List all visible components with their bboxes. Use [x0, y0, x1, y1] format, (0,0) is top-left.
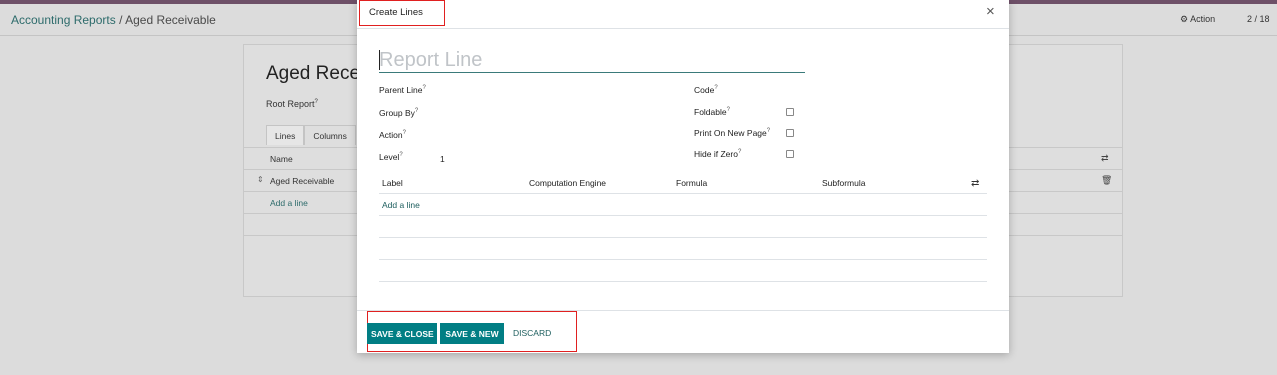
foldable-label-text: Foldable: [694, 107, 727, 117]
table-empty-row: [379, 260, 987, 282]
action-label-text: Action: [379, 130, 403, 140]
column-header-label[interactable]: Label: [382, 178, 403, 188]
print-on-new-page-checkbox[interactable]: [786, 129, 794, 137]
table-add-row: Add a line: [379, 194, 987, 216]
foldable-label: Foldable?: [694, 107, 730, 117]
help-icon[interactable]: ?: [415, 108, 418, 114]
parent-line-label-text: Parent Line: [379, 85, 423, 95]
table-empty-row: [379, 238, 987, 260]
background-tabs: Lines Columns: [266, 125, 356, 145]
dialog-title: Create Lines: [359, 0, 445, 26]
help-icon[interactable]: ?: [315, 99, 318, 105]
save-new-button[interactable]: SAVE & NEW: [440, 323, 504, 344]
action-menu-button[interactable]: ⚙ Action: [1180, 14, 1215, 25]
gear-icon: ⚙: [1180, 14, 1189, 24]
group-by-label-text: Group By: [379, 108, 415, 118]
action-menu-label: Action: [1190, 14, 1216, 24]
help-icon[interactable]: ?: [399, 152, 402, 158]
optional-columns-icon[interactable]: ⇄: [971, 178, 979, 189]
foldable-checkbox[interactable]: [786, 108, 794, 116]
breadcrumb: Accounting Reports / Aged Receivable: [11, 13, 216, 27]
table-row-name: Aged Receivable: [270, 176, 335, 186]
level-label: Level?: [379, 152, 403, 162]
help-icon[interactable]: ?: [727, 107, 730, 113]
column-header-computation-engine[interactable]: Computation Engine: [529, 178, 606, 188]
breadcrumb-current: Aged Receivable: [125, 13, 216, 27]
dialog-header: Create Lines ×: [357, 0, 1009, 29]
breadcrumb-parent-link[interactable]: Accounting Reports: [11, 13, 116, 27]
dialog-footer: SAVE & CLOSE SAVE & NEW DISCARD: [357, 310, 1009, 353]
table-header-row: Label Computation Engine Formula Subform…: [379, 173, 987, 194]
dialog-body: Parent Line? Group By? Action? Level? 1 …: [357, 30, 1009, 310]
help-icon[interactable]: ?: [422, 85, 425, 91]
expressions-table: Label Computation Engine Formula Subform…: [379, 173, 987, 282]
table-header-name: Name: [270, 154, 293, 164]
print-on-new-page-label: Print On New Page?: [694, 128, 770, 138]
add-line-link[interactable]: Add a line: [382, 200, 420, 210]
level-label-text: Level: [379, 152, 400, 162]
code-label: Code?: [694, 85, 718, 95]
code-label-text: Code: [694, 85, 715, 95]
column-header-formula[interactable]: Formula: [676, 178, 707, 188]
help-icon[interactable]: ?: [738, 149, 741, 155]
close-icon[interactable]: ×: [986, 3, 995, 20]
help-icon[interactable]: ?: [767, 128, 770, 134]
level-value[interactable]: 1: [440, 154, 445, 164]
action-label: Action?: [379, 130, 406, 140]
tab-lines[interactable]: Lines: [266, 125, 305, 145]
hide-if-zero-label-text: Hide if Zero: [694, 149, 738, 159]
root-report-label: Root Report: [266, 99, 315, 109]
discard-button[interactable]: DISCARD: [513, 328, 551, 338]
pager-value[interactable]: 2 / 18: [1247, 14, 1270, 24]
optional-columns-icon[interactable]: ⇄: [1101, 153, 1109, 164]
trash-icon[interactable]: 🗑: [1101, 175, 1112, 186]
help-icon[interactable]: ?: [403, 130, 406, 136]
create-lines-dialog: Create Lines × Parent Line? Group By? Ac…: [357, 0, 1009, 353]
table-empty-row: [379, 216, 987, 238]
report-line-name-input[interactable]: [379, 48, 805, 73]
tab-columns[interactable]: Columns: [304, 125, 356, 145]
parent-line-label: Parent Line?: [379, 85, 426, 95]
background-report-title: Aged Rece: [266, 63, 361, 84]
group-by-label: Group By?: [379, 108, 418, 118]
print-on-new-page-label-text: Print On New Page: [694, 128, 767, 138]
text-cursor: [379, 50, 380, 70]
breadcrumb-separator: /: [119, 13, 123, 27]
help-icon[interactable]: ?: [714, 85, 717, 91]
root-report-field-label: Root Report?: [266, 99, 318, 109]
column-header-subformula[interactable]: Subformula: [822, 178, 865, 188]
hide-if-zero-label: Hide if Zero?: [694, 149, 741, 159]
save-close-button[interactable]: SAVE & CLOSE: [367, 323, 437, 344]
drag-handle-icon[interactable]: ⇕: [257, 175, 264, 184]
add-line-link[interactable]: Add a line: [270, 198, 308, 208]
hide-if-zero-checkbox[interactable]: [786, 150, 794, 158]
